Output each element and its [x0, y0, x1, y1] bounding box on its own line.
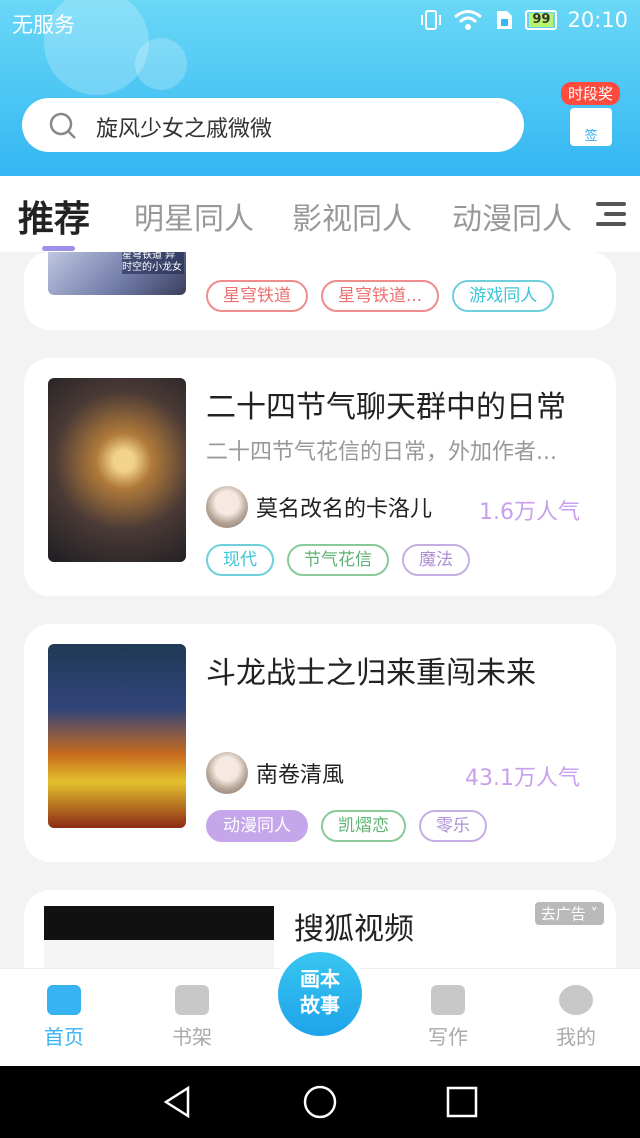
menu-icon	[596, 202, 626, 206]
nav-write-label: 写作	[428, 1025, 468, 1049]
battery-level: 99	[529, 13, 554, 27]
book-tag[interactable]: 现代	[206, 544, 274, 576]
book-tag[interactable]: 游戏同人	[452, 280, 555, 312]
book-author[interactable]: 莫名改名的卡洛儿	[206, 486, 432, 528]
status-time: 20:10	[567, 8, 628, 32]
book-card[interactable]: 斗龙战士之归来重闯未来 南卷清風 43.1万人气 动漫同人 凯熠恋 零乐	[24, 624, 616, 862]
book-tag[interactable]: 零乐	[419, 810, 487, 842]
book-tags: 动漫同人 凯熠恋 零乐	[206, 810, 487, 842]
book-title: 斗龙战士之归来重闯未来	[206, 656, 536, 691]
category-menu-button[interactable]	[582, 176, 640, 252]
book-card[interactable]: 星穹铁道 异时空的小龙女 星穹铁道 星穹铁道... 游戏同人	[24, 252, 616, 330]
book-author[interactable]: 南卷清風	[206, 752, 344, 794]
search-placeholder: 旋风少女之戚微微	[96, 117, 273, 142]
home-icon	[47, 985, 81, 1015]
book-tag[interactable]: 星穹铁道	[206, 280, 308, 312]
book-cover	[48, 644, 186, 828]
header-bubble-decoration	[135, 38, 187, 90]
sign-in-label: 签	[584, 129, 598, 144]
nav-home[interactable]: 首页	[24, 985, 104, 1050]
book-tags: 星穹铁道 星穹铁道... 游戏同人	[206, 280, 555, 312]
pencil-icon	[431, 985, 465, 1015]
tab-star-fanfic[interactable]: 明星同人	[134, 194, 254, 238]
bookshelf-icon	[175, 985, 209, 1015]
search-bar[interactable]: 旋风少女之戚微微	[22, 98, 524, 152]
active-tab-indicator	[42, 246, 75, 251]
book-tag[interactable]: 凯熠恋	[321, 810, 406, 842]
story-button-line2: 故事	[300, 993, 340, 1017]
book-title: 二十四节气聊天群中的日常	[206, 390, 566, 425]
nav-write[interactable]: 写作	[408, 985, 488, 1050]
tab-film-fanfic[interactable]: 影视同人	[292, 194, 412, 238]
carrier-text: 无服务	[12, 13, 75, 37]
story-button-face: 画本 故事	[278, 952, 362, 1036]
book-tag[interactable]: 节气花信	[287, 544, 389, 576]
status-bar: 无服务 99 20:10	[0, 0, 640, 44]
book-cover: 星穹铁道 异时空的小龙女	[48, 252, 186, 295]
sign-in-reward[interactable]: 时段奖 签	[552, 82, 628, 152]
sim-card-icon	[497, 11, 513, 29]
book-tag[interactable]: 动漫同人	[206, 810, 308, 842]
book-popularity: 43.1万人气	[465, 766, 580, 791]
ad-title: 搜狐视频	[294, 912, 414, 947]
home-circle-icon[interactable]	[302, 1084, 338, 1120]
author-name: 南卷清風	[256, 763, 345, 788]
story-button-line1: 画本	[300, 967, 340, 991]
nav-bookshelf[interactable]: 书架	[152, 985, 232, 1050]
sign-in-badge: 时段奖	[561, 82, 621, 105]
book-popularity: 1.6万人气	[479, 500, 580, 525]
menu-icon	[604, 212, 626, 216]
book-tags: 现代 节气花信 魔法	[206, 544, 470, 576]
remove-ad-button[interactable]: 去广告 ˅	[534, 902, 604, 925]
book-tag[interactable]: 星穹铁道...	[321, 280, 440, 312]
cover-text: 星穹铁道 异时空的小龙女	[122, 252, 184, 274]
remove-ad-label: 去广告	[540, 905, 586, 923]
category-tabs: 推荐 明星同人 影视同人 动漫同人	[0, 176, 640, 252]
app-header: 无服务 99 20:10 旋风少女之戚微微 时段奖 签	[0, 0, 640, 176]
book-description: 二十四节气花信的日常，外加作者...	[206, 440, 557, 465]
author-avatar	[206, 486, 248, 528]
book-cover	[48, 378, 186, 562]
wifi-icon	[454, 10, 483, 30]
chat-bubble-icon	[559, 985, 593, 1015]
tab-anime-fanfic[interactable]: 动漫同人	[452, 194, 572, 238]
vibrate-icon	[421, 10, 442, 30]
menu-icon	[596, 222, 626, 226]
nav-mine[interactable]: 我的	[536, 985, 616, 1050]
book-tag[interactable]: 魔法	[402, 544, 470, 576]
author-avatar	[206, 752, 248, 794]
gift-icon: 签	[570, 108, 612, 146]
recents-square-icon[interactable]	[446, 1086, 478, 1118]
book-card[interactable]: 二十四节气聊天群中的日常 二十四节气花信的日常，外加作者... 莫名改名的卡洛儿…	[24, 358, 616, 596]
nav-mine-label: 我的	[556, 1025, 596, 1049]
author-name: 莫名改名的卡洛儿	[256, 497, 433, 522]
nav-home-label: 首页	[44, 1025, 84, 1049]
nav-bookshelf-label: 书架	[172, 1025, 212, 1049]
system-navigation-bar	[0, 1066, 640, 1138]
tab-recommend[interactable]: 推荐	[18, 190, 90, 242]
search-icon	[49, 112, 76, 139]
back-icon[interactable]	[160, 1084, 196, 1120]
story-center-button[interactable]: 画本 故事	[272, 946, 368, 1042]
battery-icon: 99	[525, 10, 558, 30]
